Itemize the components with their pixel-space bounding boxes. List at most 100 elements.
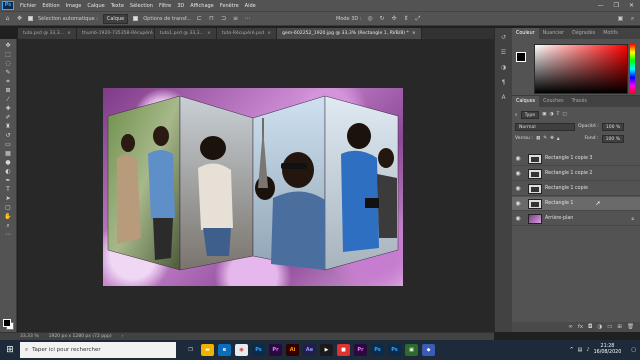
scale-3d-icon[interactable]: ⤢: [415, 15, 422, 22]
brush-tool-icon[interactable]: ✐: [3, 114, 13, 121]
taskbar-search[interactable]: ⌕ Taper ici pour rechercher: [20, 342, 176, 358]
layer-rectangle-1-copie-3[interactable]: ◉ Rectangle 1 copie 3: [512, 152, 640, 166]
menu-fichier[interactable]: Fichier: [17, 3, 39, 9]
link-layers-icon[interactable]: ∞: [568, 324, 573, 330]
trash-icon[interactable]: 🗑︎: [627, 324, 634, 330]
search-icon[interactable]: ⌕: [629, 15, 636, 22]
lock-all-icon[interactable]: 🔒︎: [557, 136, 559, 142]
tab-tuto1[interactable]: tuto1.psd @ 33,3... ×: [154, 28, 217, 39]
eye-icon[interactable]: ◉: [512, 200, 524, 207]
taskbar-clock[interactable]: 21:28 16/08/2020: [594, 344, 628, 356]
transform-controls-checkbox[interactable]: [133, 16, 139, 21]
tab-degrades[interactable]: Dégradés: [568, 28, 599, 39]
filter-shape-icon[interactable]: ▢: [562, 112, 566, 117]
document-canvas[interactable]: [103, 88, 403, 286]
chevron-up-icon[interactable]: ^: [569, 347, 573, 353]
menu-selection[interactable]: Sélection: [127, 3, 156, 9]
tab-thumb[interactable]: thumb-1920-735358-Récupéré.psd×: [76, 28, 155, 39]
hue-slider[interactable]: [630, 44, 635, 94]
shape-tool-icon[interactable]: ▢: [3, 204, 13, 211]
dodge-tool-icon[interactable]: ◐: [3, 168, 13, 175]
network-icon[interactable]: ▤: [578, 347, 583, 353]
menu-filtre[interactable]: Filtre: [156, 3, 174, 9]
eraser-tool-icon[interactable]: ▭: [3, 141, 13, 148]
zoom-tool-icon[interactable]: ⌕: [3, 222, 13, 229]
layer-mask-icon[interactable]: ◘: [588, 324, 592, 330]
menu-fenetre[interactable]: Fenêtre: [217, 3, 242, 9]
maximize-button[interactable]: ❐: [614, 2, 619, 9]
menu-texte[interactable]: Texte: [108, 3, 127, 9]
canvas-area[interactable]: [18, 39, 494, 332]
zoom-level[interactable]: 33,33 %: [20, 334, 39, 339]
minimize-button[interactable]: —: [598, 2, 604, 9]
layer-rectangle-1[interactable]: ◉ Rectangle 1 ➚: [512, 197, 640, 211]
close-icon[interactable]: ×: [412, 28, 416, 39]
edge-icon[interactable]: e: [218, 344, 231, 356]
pan-3d-icon[interactable]: ✣: [391, 15, 398, 22]
lock-pixels-icon[interactable]: ▦: [536, 136, 540, 141]
close-icon[interactable]: ×: [67, 28, 71, 39]
layer-filter-dropdown[interactable]: Type: [520, 110, 540, 119]
green-app-icon[interactable]: ▣: [405, 344, 418, 356]
eye-icon[interactable]: ◉: [512, 170, 524, 177]
tab-gem-active[interactable]: gem-602252_1920.jpg @ 33,3% (Rectangle 1…: [277, 28, 422, 39]
opacity-field[interactable]: 100 %: [601, 122, 625, 131]
tab-traces[interactable]: Tracés: [568, 96, 591, 107]
chrome-icon[interactable]: ◉: [235, 344, 248, 356]
align-left-icon[interactable]: ⊏: [196, 15, 203, 22]
tab-tuto[interactable]: tuto.psd @ 33,3... ×: [18, 28, 77, 39]
file-explorer-icon[interactable]: ▬: [201, 344, 214, 356]
windows-start-icon[interactable]: ⊞: [0, 340, 20, 360]
character-icon[interactable]: A: [500, 94, 508, 101]
eye-icon[interactable]: ◉: [512, 215, 524, 222]
type-tool-icon[interactable]: T: [3, 186, 13, 193]
tab-nuancier[interactable]: Nuancier: [539, 28, 569, 39]
fill-field[interactable]: 100 %: [601, 134, 625, 143]
filter-adjust-icon[interactable]: ◑: [549, 112, 553, 117]
tab-couleur[interactable]: Couleur: [512, 28, 539, 39]
tab-calques[interactable]: Calques: [512, 96, 540, 107]
history-brush-tool-icon[interactable]: ↺: [3, 132, 13, 139]
new-layer-icon[interactable]: ⊞: [617, 324, 622, 330]
lock-position-icon[interactable]: ✥: [550, 136, 554, 141]
task-view-icon[interactable]: ❐: [184, 344, 197, 356]
crop-tool-icon[interactable]: ⌗: [3, 78, 13, 85]
layer-style-icon[interactable]: fx: [578, 324, 583, 330]
menu-calque[interactable]: Calque: [84, 3, 107, 9]
history-icon[interactable]: ↺: [500, 34, 508, 41]
auto-select-target-dropdown[interactable]: Calque: [102, 13, 129, 24]
orbit-3d-icon[interactable]: ◎: [367, 15, 374, 22]
photoshop-app-icon[interactable]: Ps: [252, 344, 265, 356]
slide-3d-icon[interactable]: ⇕: [403, 15, 410, 22]
more-options-icon[interactable]: ⋯: [244, 15, 251, 22]
chevron-right-icon[interactable]: ›: [122, 334, 124, 339]
media-app-icon[interactable]: ▶: [320, 344, 333, 356]
frame-tool-icon[interactable]: ⊠: [3, 87, 13, 94]
video-icon[interactable]: ▣: [617, 15, 624, 22]
red-app-icon[interactable]: ■: [337, 344, 350, 356]
document-info[interactable]: 1920 px x 1280 px (72 ppp): [49, 334, 112, 339]
adjustments-icon[interactable]: ◑: [500, 64, 508, 71]
clone-stamp-tool-icon[interactable]: ♜: [3, 123, 13, 130]
tab-couches[interactable]: Couches: [539, 96, 567, 107]
blur-tool-icon[interactable]: ●: [3, 159, 13, 166]
foreground-color-swatch[interactable]: [516, 52, 526, 62]
blend-mode-dropdown[interactable]: Normal: [515, 122, 575, 131]
home-icon[interactable]: ⌂: [4, 15, 11, 22]
hand-tool-icon[interactable]: ✋: [3, 213, 13, 220]
distribute-icon[interactable]: ≡: [232, 15, 239, 22]
menu-aide[interactable]: Aide: [242, 3, 259, 9]
path-selection-tool-icon[interactable]: ➤: [3, 195, 13, 202]
adjustment-layer-icon[interactable]: ◑: [597, 324, 602, 330]
premiere-app-icon-2[interactable]: Pr: [354, 344, 367, 356]
layer-rectangle-1-copie[interactable]: ◉ Rectangle 1 copie: [512, 182, 640, 196]
menu-edition[interactable]: Edition: [39, 3, 62, 9]
filter-type-icon[interactable]: T: [557, 112, 560, 117]
photoshop-app-icon-3[interactable]: Ps: [388, 344, 401, 356]
blue-app-icon[interactable]: ◆: [422, 344, 435, 356]
close-button[interactable]: ✕: [629, 2, 634, 9]
menu-affichage[interactable]: Affichage: [187, 3, 217, 9]
move-tool-icon[interactable]: ✥: [3, 42, 13, 49]
properties-icon[interactable]: ☰: [500, 49, 508, 56]
notifications-icon[interactable]: ▢: [631, 347, 636, 353]
